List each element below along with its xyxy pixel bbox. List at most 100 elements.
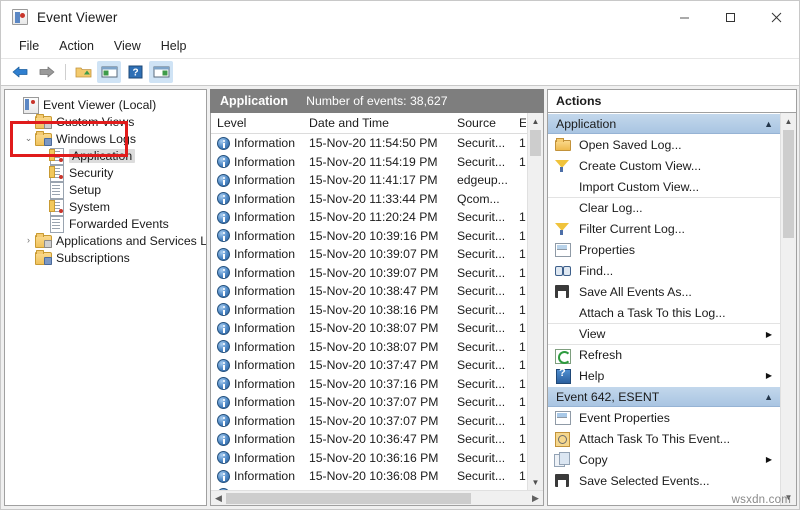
table-row[interactable]: Information15-Nov-20 10:36:47 PMSecurit.…: [211, 430, 543, 449]
action-item-refresh[interactable]: Refresh: [548, 344, 780, 365]
column-header-source[interactable]: Source: [451, 116, 513, 130]
actions-scroll-thumb[interactable]: [783, 130, 794, 238]
action-item-copy[interactable]: Copy▶: [548, 449, 780, 470]
table-row[interactable]: Information15-Nov-20 11:54:50 PMSecurit.…: [211, 134, 543, 153]
action-item-help[interactable]: Help▶: [548, 365, 780, 386]
table-row[interactable]: Information15-Nov-20 10:37:16 PMSecurit.…: [211, 375, 543, 394]
scroll-right-icon[interactable]: ▶: [528, 493, 543, 504]
cell-event-id: 100: [513, 469, 526, 483]
action-item-clear-log[interactable]: Clear Log...: [548, 197, 780, 218]
show-hide-action-pane-icon[interactable]: [149, 61, 173, 83]
level-text: Information: [234, 340, 295, 354]
table-row[interactable]: Information15-Nov-20 10:39:16 PMSecurit.…: [211, 227, 543, 246]
tree-item-setup[interactable]: Setup: [5, 181, 206, 198]
actions-section-header[interactable]: Event 642, ESENT▲: [548, 386, 780, 407]
information-icon: [217, 137, 230, 150]
information-icon: [217, 174, 230, 187]
action-item-attach-a-task-to-this-log[interactable]: Attach a Task To this Log...: [548, 302, 780, 323]
action-item-attach-task-to-this-event[interactable]: Attach Task To This Event...: [548, 428, 780, 449]
minimize-button[interactable]: [661, 1, 707, 34]
table-row[interactable]: Information15-Nov-20 10:38:07 PMSecurit.…: [211, 338, 543, 357]
cell-source: Securit...: [451, 284, 513, 298]
tree-item-label: Applications and Services Logs: [56, 234, 207, 248]
event-list-horizontal-scrollbar[interactable]: ◀ ▶: [211, 490, 543, 505]
chevron-up-icon[interactable]: ▲: [764, 119, 773, 129]
funnel-icon: [554, 221, 571, 236]
action-item-create-custom-view[interactable]: Create Custom View...: [548, 155, 780, 176]
maximize-button[interactable]: [707, 1, 753, 34]
action-item-view[interactable]: View▶: [548, 323, 780, 344]
table-row[interactable]: Information15-Nov-20 11:20:24 PMSecurit.…: [211, 208, 543, 227]
table-row[interactable]: Information15-Nov-20 10:38:07 PMSecurit.…: [211, 319, 543, 338]
event-list-vertical-scrollbar[interactable]: ▲ ▼: [527, 113, 543, 490]
expander-icon[interactable]: ›: [22, 236, 35, 245]
tree-item-windows-logs[interactable]: ⌄Windows Logs: [5, 130, 206, 147]
expander-icon[interactable]: ›: [22, 117, 35, 126]
action-item-save-selected-events[interactable]: Save Selected Events...: [548, 470, 780, 491]
close-button[interactable]: [753, 1, 799, 34]
column-header-event-id[interactable]: Event I: [513, 116, 526, 130]
column-header-level[interactable]: Level: [211, 116, 303, 130]
scroll-left-icon[interactable]: ◀: [211, 493, 226, 504]
up-one-level-icon[interactable]: [71, 61, 95, 83]
expander-icon[interactable]: ⌄: [22, 134, 35, 143]
action-item-find[interactable]: Find...: [548, 260, 780, 281]
chevron-up-icon[interactable]: ▲: [764, 392, 773, 402]
table-row[interactable]: Information15-Nov-20 10:37:47 PMSecurit.…: [211, 356, 543, 375]
forward-arrow-icon[interactable]: [34, 61, 58, 83]
actions-vertical-scrollbar[interactable]: ▲ ▼: [780, 113, 796, 505]
table-row[interactable]: Information15-Nov-20 10:39:07 PMSecurit.…: [211, 245, 543, 264]
table-row[interactable]: Information15-Nov-20 10:38:47 PMSecurit.…: [211, 282, 543, 301]
show-hide-console-tree-icon[interactable]: [97, 61, 121, 83]
menu-file[interactable]: File: [10, 36, 48, 56]
tree-item-custom-views[interactable]: ›Custom Views: [5, 113, 206, 130]
scroll-up-icon[interactable]: ▲: [528, 113, 544, 129]
tree-item-security[interactable]: Security: [5, 164, 206, 181]
menu-view[interactable]: View: [105, 36, 150, 56]
action-item-event-properties[interactable]: Event Properties: [548, 407, 780, 428]
level-text: Information: [234, 229, 295, 243]
help-icon: [554, 368, 571, 383]
table-row[interactable]: Information15-Nov-20 10:36:16 PMSecurit.…: [211, 449, 543, 468]
cell-date-and-time: 15-Nov-20 10:37:07 PM: [303, 395, 451, 409]
table-row[interactable]: Information15-Nov-20 11:41:17 PMedgeup..…: [211, 171, 543, 190]
table-row[interactable]: Information15-Nov-20 10:39:07 PMSecurit.…: [211, 264, 543, 283]
cell-source: edgeup...: [451, 173, 513, 187]
vertical-scroll-thumb[interactable]: [530, 130, 541, 156]
tree-item-forwarded-events[interactable]: Forwarded Events: [5, 215, 206, 232]
table-row[interactable]: Information15-Nov-20 10:37:07 PMSecurit.…: [211, 393, 543, 412]
table-row[interactable]: Information15-Nov-20 11:33:44 PMQcom...: [211, 190, 543, 209]
tree-item-event-viewer-local[interactable]: Event Viewer (Local): [5, 96, 206, 113]
help-icon[interactable]: ?: [123, 61, 147, 83]
folder-icon: [35, 131, 51, 146]
tree-item-application[interactable]: Application: [5, 147, 206, 164]
evprops-icon: [554, 410, 571, 425]
action-item-save-all-events-as[interactable]: Save All Events As...: [548, 281, 780, 302]
table-row[interactable]: Information15-Nov-20 11:54:19 PMSecurit.…: [211, 153, 543, 172]
no-icon-spacer: [554, 201, 571, 216]
information-icon: [217, 414, 230, 427]
tree-item-applications-and-services-logs[interactable]: › Applications and Services Logs: [5, 232, 206, 249]
cell-level: Information: [211, 414, 303, 428]
menu-help[interactable]: Help: [152, 36, 196, 56]
actions-section-title: Application: [556, 117, 616, 131]
actions-section-header[interactable]: Application ▲: [548, 113, 780, 134]
actions-scroll-up-icon[interactable]: ▲: [781, 113, 797, 129]
horizontal-scroll-thumb[interactable]: [226, 493, 471, 504]
back-arrow-icon[interactable]: [8, 61, 32, 83]
action-item-properties[interactable]: Properties: [548, 239, 780, 260]
cell-date-and-time: 15-Nov-20 10:38:16 PM: [303, 303, 451, 317]
menu-action[interactable]: Action: [50, 36, 103, 56]
scroll-down-icon[interactable]: ▼: [528, 474, 544, 490]
table-row[interactable]: Information15-Nov-20 10:37:07 PMSecurit.…: [211, 412, 543, 431]
actions-pane: Actions Application▲Open Saved Log...Cre…: [547, 89, 797, 506]
table-row[interactable]: Information15-Nov-20 10:38:16 PMSecurit.…: [211, 301, 543, 320]
information-icon: [217, 248, 230, 261]
tree-item-system[interactable]: System: [5, 198, 206, 215]
table-row[interactable]: Information15-Nov-20 10:36:08 PMSecurit.…: [211, 467, 543, 486]
action-item-import-custom-view[interactable]: Import Custom View...: [548, 176, 780, 197]
tree-item-subscriptions[interactable]: Subscriptions: [5, 249, 206, 266]
column-header-date-and-time[interactable]: Date and Time: [303, 116, 451, 130]
action-item-open-saved-log[interactable]: Open Saved Log...: [548, 134, 780, 155]
action-item-filter-current-log[interactable]: Filter Current Log...: [548, 218, 780, 239]
